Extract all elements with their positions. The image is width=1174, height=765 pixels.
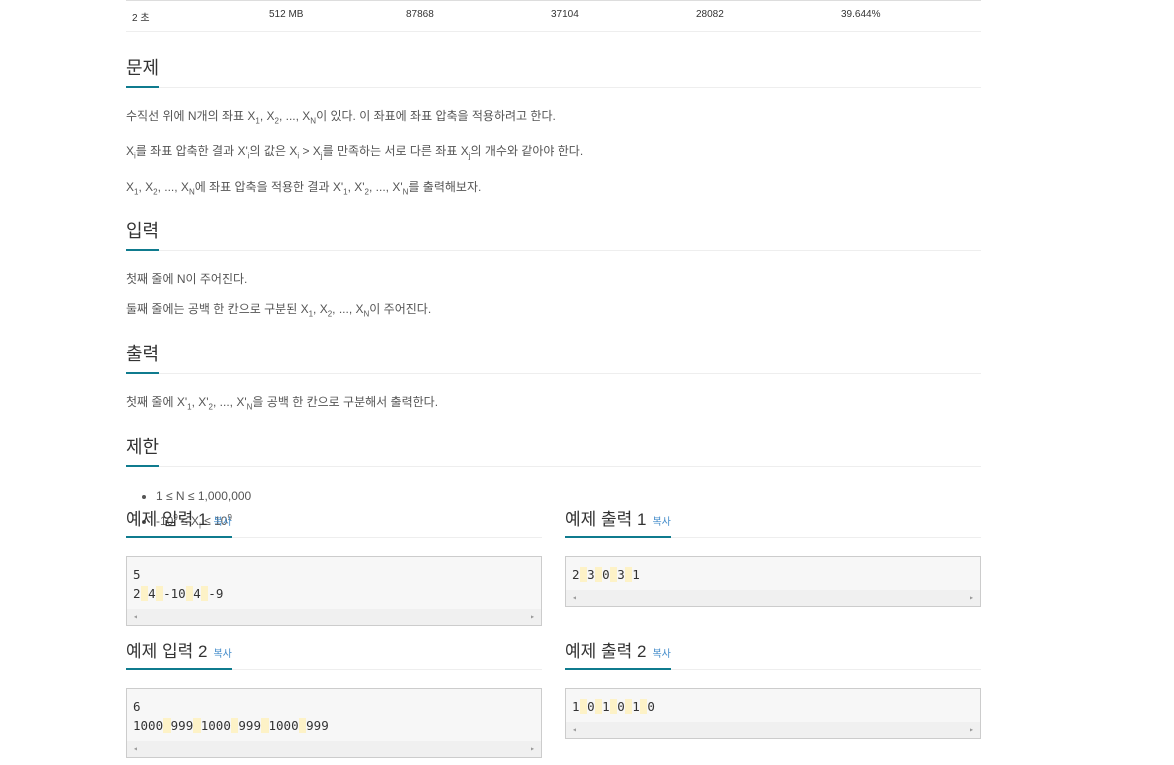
sample-output-2-title: 예제 출력 2 [565, 642, 647, 661]
input-title: 입력 [126, 217, 160, 252]
whitespace-marker [163, 718, 171, 733]
problem-line-1: 수직선 위에 N개의 좌표 X1, X2, ..., XN이 있다. 이 좌표에… [126, 109, 556, 126]
sample-output-1-line-1: 2 3 0 3 1 [572, 567, 640, 582]
limit-item-n: 1 ≤ N ≤ 1,000,000 [156, 485, 981, 507]
solved-count: 28082 [696, 9, 724, 20]
accept-ratio: 39.644% [841, 9, 881, 20]
scroll-left-icon[interactable]: ◂ [572, 725, 577, 734]
code-token: 1 [572, 699, 580, 714]
problem-title: 문제 [126, 54, 160, 88]
problem-line-3: X1, X2, ..., XN에 좌표 압축을 적용한 결과 X'1, X'2,… [126, 179, 482, 197]
whitespace-marker [594, 567, 603, 582]
sample-output-2: 예제 출력 2 복사 1 0 1 0 1 0 ◂ ▸ [565, 637, 981, 739]
copy-button-output-2[interactable]: 복사 [652, 649, 670, 660]
whitespace-marker [579, 567, 588, 582]
whitespace-marker [155, 586, 164, 601]
memory-limit: 512 MB [269, 9, 304, 20]
scroll-right-icon[interactable]: ▸ [530, 612, 535, 621]
whitespace-marker [579, 699, 588, 714]
horizontal-scrollbar[interactable]: ◂ ▸ [566, 590, 980, 606]
problem-line-2: Xi를 좌표 압축한 결과 X'i의 값은 Xi > Xj를 만족하는 서로 다… [126, 144, 584, 161]
submission-count: 87868 [406, 9, 434, 20]
scroll-left-icon[interactable]: ◂ [133, 612, 138, 621]
sample-output-1-code[interactable]: 2 3 0 3 1 ◂ ▸ [565, 556, 981, 607]
code-token: 0 [617, 699, 625, 714]
code-token: 999 [306, 718, 329, 733]
accepted-count: 37104 [551, 9, 579, 20]
code-token: 0 [602, 567, 610, 582]
scroll-left-icon[interactable]: ◂ [572, 593, 577, 602]
copy-button-output-1[interactable]: 복사 [652, 517, 670, 528]
horizontal-scrollbar[interactable]: ◂ ▸ [127, 609, 541, 625]
code-token: 2 [133, 586, 141, 601]
code-token: 0 [587, 699, 595, 714]
code-token: 3 [617, 567, 625, 582]
code-token: 1000 [268, 718, 299, 733]
code-token: 2 [572, 567, 580, 582]
whitespace-marker [594, 699, 603, 714]
time-limit: 2 초 [132, 13, 150, 24]
limits-title: 제한 [126, 433, 160, 467]
code-token: 4 [148, 586, 156, 601]
whitespace-marker [140, 586, 149, 601]
code-token: 1 [632, 699, 640, 714]
scroll-left-icon[interactable]: ◂ [133, 744, 138, 753]
sample-input-2-code[interactable]: 6 1000 999 1000 999 1000 999 ◂ ▸ [126, 688, 542, 758]
input-line-2: 둘째 줄에는 공백 한 칸으로 구분된 X1, X2, ..., XN이 주어진… [126, 302, 432, 319]
sample-input-1-line-2: 2 4 -10 4 -9 [133, 586, 223, 601]
sample-input-1: 예제 입력 1 복사 5 2 4 -10 4 -9 ◂ ▸ [126, 505, 542, 626]
copy-button-input-2[interactable]: 복사 [213, 649, 231, 660]
code-token: 3 [587, 567, 595, 582]
sample-input-2-line-2: 1000 999 1000 999 1000 999 [133, 718, 329, 733]
input-section: 입력 첫째 줄에 N이 주어진다. 둘째 줄에는 공백 한 칸으로 구분된 X1… [126, 217, 981, 322]
code-token: -9 [208, 586, 224, 601]
sample-input-2-title: 예제 입력 2 [126, 642, 208, 661]
code-token: 1000 [200, 718, 231, 733]
whitespace-marker [260, 718, 269, 733]
sample-output-2-code[interactable]: 1 0 1 0 1 0 ◂ ▸ [565, 688, 981, 739]
sample-input-2: 예제 입력 2 복사 6 1000 999 1000 999 1000 999 ◂… [126, 637, 542, 758]
code-token: 999 [170, 718, 194, 733]
scroll-right-icon[interactable]: ▸ [530, 744, 535, 753]
whitespace-marker [298, 718, 307, 733]
code-token: 1 [602, 699, 610, 714]
sample-output-2-line-1: 1 0 1 0 1 0 [572, 699, 655, 714]
code-token: 1000 [133, 718, 164, 733]
output-line-1: 첫째 줄에 X'1, X'2, ..., X'N을 공백 한 칸으로 구분해서 … [126, 394, 439, 411]
code-token: 4 [193, 586, 201, 601]
horizontal-scrollbar[interactable]: ◂ ▸ [566, 722, 980, 738]
code-token: 0 [647, 699, 655, 714]
problem-content: 2 초 512 MB 87868 37104 28082 39.644% 문제 … [126, 0, 981, 537]
sample-input-1-title: 예제 입력 1 [126, 510, 208, 529]
horizontal-scrollbar[interactable]: ◂ ▸ [127, 741, 541, 757]
sample-input-2-line-1: 6 [133, 699, 141, 714]
stats-row: 2 초 512 MB 87868 37104 28082 39.644% [126, 0, 981, 32]
copy-button-input-1[interactable]: 복사 [213, 517, 231, 528]
scroll-right-icon[interactable]: ▸ [969, 593, 974, 602]
code-token: 1 [632, 567, 640, 582]
output-section: 출력 첫째 줄에 X'1, X'2, ..., X'N을 공백 한 칸으로 구분… [126, 340, 981, 415]
sample-output-1-title: 예제 출력 1 [565, 510, 647, 529]
sample-output-1: 예제 출력 1 복사 2 3 0 3 1 ◂ ▸ [565, 505, 981, 607]
problem-section: 문제 수직선 위에 N개의 좌표 X1, X2, ..., XN이 있다. 이 … [126, 54, 981, 200]
whitespace-marker [193, 718, 201, 733]
input-line-1: 첫째 줄에 N이 주어진다. [126, 272, 248, 287]
code-token: 999 [238, 718, 261, 733]
output-title: 출력 [126, 340, 160, 374]
sample-input-1-line-1: 5 [133, 567, 141, 582]
scroll-right-icon[interactable]: ▸ [969, 725, 974, 734]
code-token: -10 [163, 586, 186, 601]
sample-input-1-code[interactable]: 5 2 4 -10 4 -9 ◂ ▸ [126, 556, 542, 626]
